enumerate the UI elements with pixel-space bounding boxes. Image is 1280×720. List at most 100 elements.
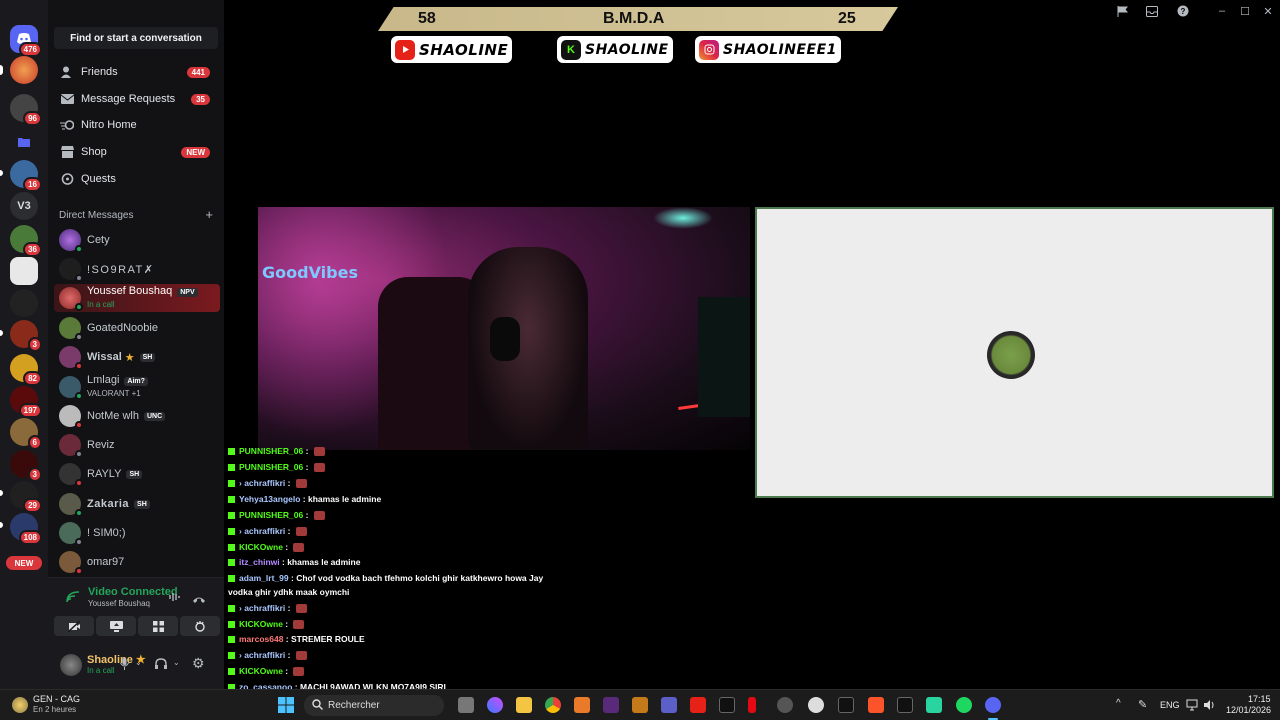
neon-sign: GoodVibes bbox=[262, 263, 358, 282]
netflix-icon[interactable] bbox=[748, 697, 756, 713]
dm-item[interactable]: NotMe wlh UNC bbox=[54, 402, 220, 430]
dm-item[interactable]: omar97 bbox=[54, 548, 220, 576]
discord-home-icon[interactable]: 476 bbox=[10, 25, 42, 57]
taskbar-search[interactable]: Rechercher bbox=[304, 695, 444, 716]
close-button[interactable]: ✕ bbox=[1258, 3, 1278, 19]
chat-username[interactable]: › achraffikri bbox=[239, 478, 285, 488]
maximize-button[interactable]: ☐ bbox=[1235, 3, 1255, 19]
chat-username[interactable]: KICKOwne bbox=[239, 619, 283, 629]
windows-start-icon[interactable] bbox=[278, 697, 294, 718]
server-icon[interactable]: 16 bbox=[10, 160, 42, 192]
server-icon[interactable]: 29 bbox=[10, 481, 42, 513]
app-icon[interactable] bbox=[777, 697, 793, 713]
chevron-down-icon[interactable]: ⌄ bbox=[173, 658, 180, 667]
dm-item[interactable]: GoatedNoobie bbox=[54, 314, 220, 342]
dm-item[interactable]: Reviz bbox=[54, 431, 220, 459]
chat-username[interactable]: › achraffikri bbox=[239, 526, 285, 536]
soundboard-button[interactable] bbox=[180, 616, 220, 636]
app-icon[interactable] bbox=[574, 697, 590, 713]
quests-icon bbox=[60, 172, 74, 186]
chat-username[interactable]: PUNNISHER_06 bbox=[239, 510, 303, 520]
nav-quests[interactable]: Quests bbox=[54, 167, 218, 191]
chat-username[interactable]: KICKOwne bbox=[239, 542, 283, 552]
dm-item[interactable]: !SO9RAT✗ bbox=[54, 255, 220, 283]
server-icon[interactable]: 82 bbox=[10, 354, 42, 386]
chat-username[interactable]: PUNNISHER_06 bbox=[239, 446, 303, 456]
weather-icon[interactable] bbox=[12, 697, 28, 713]
headset-icon[interactable] bbox=[155, 657, 167, 675]
activities-button[interactable] bbox=[138, 616, 178, 636]
youtube-icon[interactable] bbox=[690, 697, 706, 713]
dm-item[interactable]: Cety bbox=[54, 226, 220, 254]
server-icon[interactable]: 3 bbox=[10, 450, 42, 482]
volume-icon[interactable] bbox=[1203, 698, 1216, 716]
help-icon[interactable]: ? bbox=[1173, 3, 1193, 19]
app-icon[interactable] bbox=[632, 697, 648, 713]
discord-icon[interactable] bbox=[985, 697, 1001, 713]
spotify-icon[interactable] bbox=[956, 697, 972, 713]
nav-friends[interactable]: Friends 441 bbox=[54, 60, 218, 84]
mic-icon[interactable] bbox=[120, 657, 129, 675]
dm-item[interactable]: RAYLY SH bbox=[54, 460, 220, 488]
app-icon[interactable] bbox=[838, 697, 854, 713]
task-view-icon[interactable] bbox=[458, 697, 474, 713]
chat-username[interactable]: › achraffikri bbox=[239, 603, 285, 613]
new-servers-pill[interactable]: NEW bbox=[6, 556, 42, 570]
brave-icon[interactable] bbox=[868, 697, 884, 713]
server-icon[interactable]: 3 bbox=[10, 320, 42, 352]
weather-title[interactable]: GEN - CAG bbox=[33, 694, 80, 704]
create-dm-button[interactable]: + bbox=[205, 208, 213, 221]
noise-suppression-icon[interactable] bbox=[169, 590, 181, 608]
nav-message-requests[interactable]: Message Requests 35 bbox=[54, 87, 218, 111]
language-indicator[interactable]: ENG bbox=[1160, 700, 1180, 710]
flag-icon[interactable] bbox=[1112, 3, 1132, 19]
inbox-icon[interactable] bbox=[1142, 3, 1162, 19]
pen-icon[interactable]: ✎ bbox=[1138, 698, 1147, 711]
copilot-icon[interactable] bbox=[487, 697, 503, 713]
server-icon[interactable] bbox=[10, 257, 38, 285]
server-icon[interactable]: 197 bbox=[10, 386, 42, 418]
minimize-button[interactable]: – bbox=[1212, 3, 1232, 19]
find-conversation-button[interactable]: Find or start a conversation bbox=[54, 27, 218, 49]
folder-icon[interactable] bbox=[10, 128, 38, 156]
app-icon[interactable] bbox=[926, 697, 942, 713]
file-explorer-icon[interactable] bbox=[516, 697, 532, 713]
clock-time[interactable]: 17:15 bbox=[1248, 694, 1271, 704]
server-icon[interactable] bbox=[10, 289, 38, 317]
dm-item[interactable]: ! SIM0;) bbox=[54, 519, 220, 547]
dm-item[interactable]: Wissal ★ SH bbox=[54, 343, 220, 371]
chat-username[interactable]: marcos648 bbox=[239, 634, 283, 644]
chat-username[interactable]: › achraffikri bbox=[239, 650, 285, 660]
nav-nitro-home[interactable]: Nitro Home bbox=[54, 113, 218, 137]
chat-username[interactable]: PUNNISHER_06 bbox=[239, 462, 303, 472]
chevron-down-icon[interactable]: ⌄ bbox=[135, 658, 142, 667]
app-icon[interactable] bbox=[603, 697, 619, 713]
chat-username[interactable]: Yehya13angelo bbox=[239, 494, 300, 504]
server-icon[interactable]: 36 bbox=[10, 225, 42, 257]
network-icon[interactable] bbox=[1186, 698, 1198, 716]
chat-username[interactable]: adam_lrt_99 bbox=[239, 573, 289, 583]
dm-item[interactable]: Lmlagi Aim? VALORANT +1 bbox=[54, 373, 220, 401]
dm-item[interactable]: Zakaria SH bbox=[54, 490, 220, 518]
server-icon[interactable]: 108 bbox=[10, 513, 42, 545]
chat-username[interactable]: itz_chinwi bbox=[239, 557, 280, 567]
disconnect-icon[interactable] bbox=[192, 591, 206, 609]
app-icon[interactable] bbox=[897, 697, 913, 713]
app-icon[interactable] bbox=[719, 697, 735, 713]
chevron-up-icon[interactable]: ^ bbox=[1116, 698, 1121, 709]
chrome-icon[interactable] bbox=[545, 697, 561, 713]
server-icon[interactable]: 6 bbox=[10, 418, 42, 450]
teams-icon[interactable] bbox=[661, 697, 677, 713]
server-icon[interactable]: 96 bbox=[10, 94, 42, 126]
user-avatar[interactable] bbox=[60, 654, 82, 676]
server-v3[interactable]: V3 bbox=[10, 192, 38, 220]
nav-shop[interactable]: Shop NEW bbox=[54, 140, 218, 164]
screen-share-button[interactable] bbox=[96, 616, 136, 636]
camera-off-button[interactable] bbox=[54, 616, 94, 636]
server-icon[interactable] bbox=[10, 56, 38, 84]
clock-date[interactable]: 12/01/2026 bbox=[1226, 705, 1271, 715]
gear-icon[interactable]: ⚙ bbox=[192, 655, 205, 672]
app-icon[interactable] bbox=[808, 697, 824, 713]
chat-username[interactable]: KICKOwne bbox=[239, 666, 283, 676]
dm-item-active[interactable]: Youssef Boushaq NPV In a call bbox=[54, 284, 220, 312]
